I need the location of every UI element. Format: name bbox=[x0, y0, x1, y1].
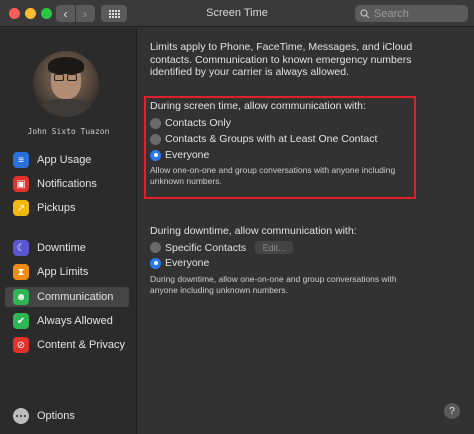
search-input[interactable] bbox=[374, 7, 464, 20]
title-bar: ‹ › Screen Time bbox=[0, 0, 474, 27]
downtime-icon: ☾ bbox=[13, 240, 29, 256]
app-usage-icon: ≡ bbox=[13, 152, 29, 168]
downtime-section-title: During downtime, allow communication wit… bbox=[150, 225, 357, 237]
search-icon bbox=[360, 8, 370, 18]
avatar bbox=[33, 51, 99, 117]
sidebar-item-communication[interactable]: ☻ Communication bbox=[5, 287, 129, 307]
main-panel: Limits apply to Phone, FaceTime, Message… bbox=[138, 28, 474, 434]
intro-text: Limits apply to Phone, FaceTime, Message… bbox=[150, 41, 413, 78]
radio-specific-contacts[interactable]: Specific Contacts Edit... bbox=[150, 241, 294, 254]
sidebar-item-label: Downtime bbox=[37, 242, 86, 254]
sidebar-item-always-allowed[interactable]: ✔ Always Allowed bbox=[5, 311, 129, 331]
edit-button[interactable]: Edit... bbox=[255, 241, 294, 254]
help-button[interactable]: ? bbox=[444, 403, 460, 419]
sidebar-item-label: Content & Privacy bbox=[37, 339, 126, 351]
options-button[interactable]: Options bbox=[5, 405, 75, 427]
options-label: Options bbox=[37, 410, 75, 422]
more-icon bbox=[13, 408, 29, 424]
sidebar-item-content-privacy[interactable]: ⊘ Content & Privacy bbox=[5, 335, 129, 355]
sidebar-item-downtime[interactable]: ☾ Downtime bbox=[5, 238, 129, 258]
notifications-icon: ▣ bbox=[13, 176, 29, 192]
content-privacy-icon: ⊘ bbox=[13, 337, 29, 353]
pickups-icon: ↗ bbox=[13, 200, 29, 216]
app-limits-icon: ⧗ bbox=[13, 264, 29, 280]
always-allowed-icon: ✔ bbox=[13, 313, 29, 329]
sidebar-item-app-usage[interactable]: ≡ App Usage bbox=[5, 150, 129, 170]
radio-contacts-groups[interactable]: Contacts & Groups with at Least One Cont… bbox=[150, 133, 377, 145]
sidebar-item-pickups[interactable]: ↗ Pickups bbox=[5, 198, 129, 218]
radio-button[interactable] bbox=[150, 133, 161, 145]
sidebar-item-app-limits[interactable]: ⧗ App Limits bbox=[5, 262, 129, 282]
radio-label: Contacts Only bbox=[165, 117, 231, 129]
radio-everyone-downtime[interactable]: Everyone bbox=[150, 257, 209, 269]
radio-button[interactable] bbox=[150, 257, 161, 269]
user-name: John Sixto Tuazon bbox=[27, 127, 110, 136]
sidebar-item-label: Always Allowed bbox=[37, 315, 113, 327]
sidebar-item-label: Communication bbox=[37, 291, 114, 303]
radio-button[interactable] bbox=[150, 242, 161, 253]
screen-time-note: Allow one-on-one and group conversations… bbox=[150, 165, 396, 186]
sidebar-item-notifications[interactable]: ▣ Notifications bbox=[5, 174, 129, 194]
radio-everyone-screen-time[interactable]: Everyone bbox=[150, 149, 209, 161]
sidebar-item-label: Pickups bbox=[37, 202, 76, 214]
sidebar-item-label: Notifications bbox=[37, 178, 97, 190]
screen-time-section-title: During screen time, allow communication … bbox=[150, 100, 366, 112]
sidebar-item-label: App Usage bbox=[37, 154, 92, 166]
radio-contacts-only[interactable]: Contacts Only bbox=[150, 117, 231, 129]
radio-label: Contacts & Groups with at Least One Cont… bbox=[165, 133, 378, 145]
communication-icon: ☻ bbox=[13, 289, 29, 305]
downtime-note: During downtime, allow one-on-one and gr… bbox=[150, 274, 397, 295]
radio-label: Everyone bbox=[165, 257, 210, 269]
radio-label: Everyone bbox=[165, 149, 210, 161]
radio-button[interactable] bbox=[150, 149, 161, 161]
radio-button[interactable] bbox=[150, 117, 161, 129]
screen-time-window: ‹ › Screen Time John Sixto Tuazon ≡ App … bbox=[0, 0, 474, 434]
sidebar: John Sixto Tuazon ≡ App Usage ▣ Notifica… bbox=[0, 28, 137, 434]
sidebar-item-label: App Limits bbox=[37, 266, 89, 278]
search-field[interactable] bbox=[355, 5, 468, 22]
radio-label: Specific Contacts bbox=[165, 241, 247, 254]
